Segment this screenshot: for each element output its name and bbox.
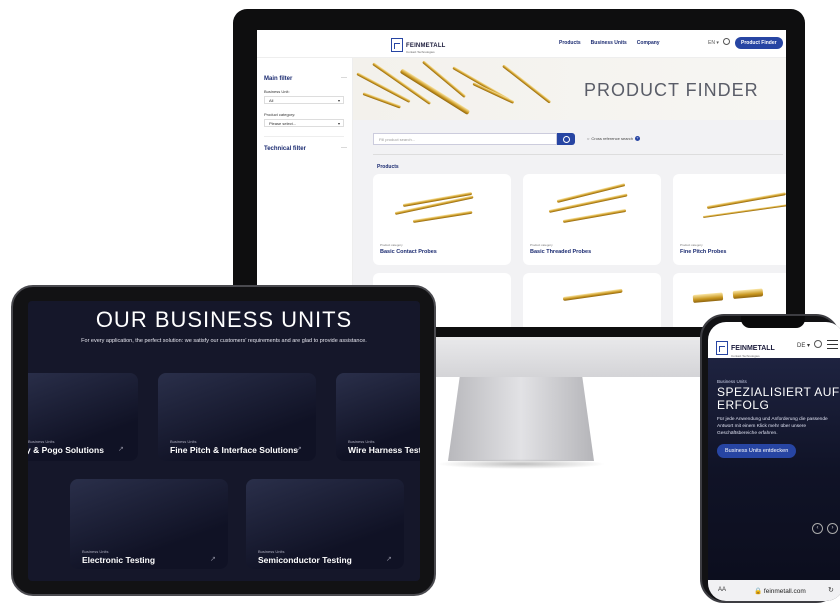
- browser-bar: AA 🔒 feinmetall.com ↻: [708, 580, 840, 601]
- product-category-select[interactable]: Please select...: [264, 119, 344, 127]
- bu-label: Business Units: [82, 549, 109, 554]
- products-heading: Products: [377, 164, 399, 170]
- bu-label: Business Units: [348, 439, 375, 444]
- desktop-top-nav: FEINMETALL Contact Technologies Products…: [257, 30, 786, 58]
- phone-logo[interactable]: FEINMETALL Contact Technologies: [716, 337, 775, 359]
- hero-headline: SPEZIALISIERT AUF ERFOLG: [717, 385, 840, 412]
- probe-image: [562, 208, 627, 223]
- business-unit-label: Business Unit:: [264, 89, 290, 94]
- business-unit-card[interactable]: Business Units y & Pogo Solutions ↗: [28, 373, 138, 461]
- search-button[interactable]: [557, 133, 575, 145]
- brand-name: FEINMETALL: [406, 43, 446, 49]
- probe-pin-image: [472, 82, 515, 104]
- bu-name: Electronic Testing: [82, 555, 156, 565]
- language-selector[interactable]: EN ▾: [708, 40, 719, 46]
- arrow-icon: ↗: [296, 446, 302, 453]
- feinmetall-logo-icon: [391, 37, 403, 52]
- brand-name: FEINMETALL: [731, 345, 775, 352]
- bu-name: y & Pogo Solutions: [28, 445, 104, 455]
- phone-device: FEINMETALL Contact Technologies DE ▾ Bus…: [700, 314, 840, 603]
- bu-label: Business Units: [170, 439, 197, 444]
- page-title: PRODUCT FINDER: [584, 80, 759, 100]
- business-units-title: OUR BUSINESS UNITS: [95, 307, 353, 332]
- technical-filter-heading[interactable]: Technical filter: [264, 146, 306, 152]
- desktop-screen: FEINMETALL Contact Technologies Products…: [257, 30, 786, 327]
- reload-icon[interactable]: ↻: [828, 586, 834, 594]
- info-icon[interactable]: ?: [635, 136, 640, 141]
- business-unit-card[interactable]: Business Units Wire Harness Test: [336, 373, 420, 461]
- product-card[interactable]: Product category Basic Threaded Probes: [523, 174, 661, 265]
- cross-reference-toggle[interactable]: ○ Cross reference search ?: [587, 136, 640, 141]
- card-name: Basic Contact Probes: [380, 249, 437, 255]
- probe-image: [692, 292, 724, 303]
- reader-settings-button[interactable]: AA: [718, 587, 726, 593]
- arrow-icon: ↗: [118, 446, 124, 453]
- language-selector[interactable]: DE ▾: [797, 342, 810, 349]
- card-name: Fine Pitch Probes: [680, 249, 727, 255]
- probe-image: [412, 210, 473, 223]
- prev-slide-button[interactable]: ‹: [812, 523, 823, 534]
- bu-name: Semiconductor Testing: [258, 555, 352, 565]
- discover-business-units-button[interactable]: Business Units entdecken: [717, 444, 797, 458]
- section-label: Business Units: [717, 379, 747, 384]
- business-unit-card[interactable]: Business Units Fine Pitch & Interface So…: [158, 373, 316, 461]
- address-bar[interactable]: 🔒 feinmetall.com: [754, 587, 806, 595]
- divider: [373, 154, 783, 155]
- bu-name: Wire Harness Test: [348, 445, 420, 455]
- card-category: Product category: [380, 243, 403, 247]
- tablet-device: OUR BUSINESS UNITS For every application…: [11, 285, 436, 596]
- business-unit-card[interactable]: Business Units Electronic Testing ↗: [70, 479, 228, 569]
- probe-image: [732, 288, 764, 299]
- search-icon[interactable]: [723, 38, 730, 45]
- monitor-stand: [448, 377, 594, 461]
- product-category-label: Product category:: [264, 112, 296, 117]
- product-finder-button[interactable]: Product Finder: [735, 37, 783, 49]
- business-units-subtitle: For every application, the perfect solut…: [81, 338, 367, 344]
- nav-company[interactable]: Company: [637, 40, 660, 46]
- hero-description: Für jede Anwendung und Anforderung die p…: [717, 417, 828, 436]
- card-category: Product category: [680, 243, 703, 247]
- sidebar-divider: [264, 136, 344, 137]
- menu-icon[interactable]: [827, 340, 838, 349]
- business-unit-select[interactable]: All: [264, 96, 344, 104]
- bu-label: Business Units: [28, 439, 55, 444]
- tablet-screen: OUR BUSINESS UNITS For every application…: [28, 301, 420, 581]
- nav-products[interactable]: Products: [559, 40, 581, 46]
- nav-business-units[interactable]: Business Units: [591, 40, 627, 46]
- arrow-icon: ↗: [386, 556, 392, 563]
- desktop-menu: Products Business Units Company: [559, 40, 660, 46]
- probe-pin-image: [422, 60, 467, 99]
- probe-pin-image: [356, 72, 411, 103]
- stand-shadow: [436, 459, 606, 469]
- cross-reference-label: Cross reference search: [591, 136, 633, 141]
- card-name: Basic Threaded Probes: [530, 249, 592, 255]
- bu-name: Fine Pitch & Interface Solutions: [170, 445, 298, 455]
- main-filter-heading[interactable]: Main filter: [264, 76, 292, 82]
- brand-sub: Contact Technologies: [406, 50, 435, 54]
- product-finder-hero: PRODUCT FINDER: [353, 58, 786, 120]
- search-icon[interactable]: [814, 340, 822, 348]
- desktop-logo[interactable]: FEINMETALL Contact Technologies: [391, 35, 446, 54]
- collapse-main-filter-icon[interactable]: —: [341, 75, 347, 81]
- feinmetall-logo-icon: [716, 340, 728, 355]
- product-card[interactable]: Product category Fine Pitch Probes: [673, 174, 786, 265]
- phone-screen: FEINMETALL Contact Technologies DE ▾ Bus…: [708, 322, 840, 601]
- probe-image: [562, 288, 623, 301]
- next-slide-button[interactable]: ›: [827, 523, 838, 534]
- bu-label: Business Units: [258, 549, 285, 554]
- phone-notch: [741, 316, 805, 328]
- product-search-input[interactable]: Fill product search...: [373, 133, 557, 145]
- checkbox-icon[interactable]: ○: [587, 136, 589, 141]
- product-card[interactable]: [523, 273, 661, 327]
- expand-technical-filter-icon[interactable]: —: [341, 145, 347, 151]
- business-unit-card[interactable]: Business Units Semiconductor Testing ↗: [246, 479, 404, 569]
- arrow-icon: ↗: [210, 556, 216, 563]
- product-card[interactable]: Product category Basic Contact Probes: [373, 174, 511, 265]
- card-category: Product category: [530, 243, 553, 247]
